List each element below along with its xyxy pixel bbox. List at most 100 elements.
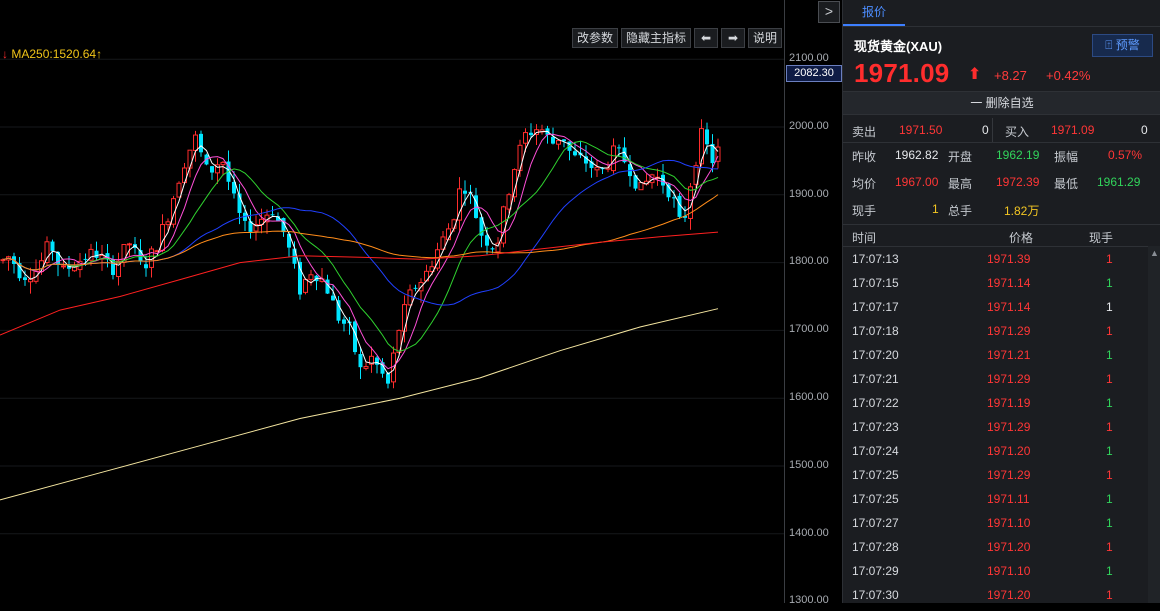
high-value: 1972.39 [996, 175, 1040, 189]
candle-down [413, 287, 418, 289]
candle-down [386, 373, 390, 384]
tick-time: 17:07:18 [852, 324, 899, 338]
candle-down [661, 174, 665, 186]
tick-volume: 1 [1106, 348, 1113, 362]
candle-up [127, 243, 132, 246]
alert-label: 预警 [1115, 38, 1140, 52]
candle-down [336, 300, 341, 321]
tick-time: 17:07:13 [852, 252, 899, 266]
panel-tabs: 报价 [843, 0, 1160, 27]
open-label: 开盘 [948, 150, 973, 164]
tick-price: 1971.10 [987, 516, 1031, 530]
candle-up [160, 224, 165, 252]
tick-volume: 1 [1106, 468, 1113, 482]
tick-price: 1971.29 [987, 468, 1031, 482]
current-volume-label: 现手 [852, 204, 877, 218]
candle-up [699, 128, 704, 165]
tick-row: 17:07:13 1971.39 1 [843, 251, 1147, 275]
buy-price: 1971.09 [1051, 123, 1095, 137]
candle-down [50, 241, 55, 252]
tick-volume: 1 [1106, 540, 1113, 554]
candle-down [94, 250, 99, 258]
candle-up [517, 144, 523, 172]
candle-up [303, 278, 308, 293]
alert-icon: ⍐ [1105, 38, 1113, 52]
tick-time: 17:07:17 [852, 300, 899, 314]
help-button[interactable]: 说明 [747, 28, 782, 48]
tick-volume: 1 [1106, 276, 1113, 290]
buy-volume: 0 [1141, 123, 1148, 137]
price-change-percent: +0.42% [1046, 68, 1091, 83]
stats-row-2: 均价 1967.00 最高 1972.39 最低 1961.29 [843, 170, 1160, 194]
scroll-up-icon[interactable]: ▲ [1150, 248, 1159, 258]
avg-price-value: 1967.00 [895, 175, 939, 189]
candle-down [144, 264, 148, 269]
tick-time: 17:07:29 [852, 564, 899, 578]
candle-up [193, 134, 198, 151]
candle-up [407, 289, 413, 306]
tick-volume: 1 [1106, 252, 1113, 266]
prev-close-label: 昨收 [852, 150, 877, 164]
legend-up-arrow: ↑ [96, 47, 103, 61]
amplitude-value: 0.57% [1108, 148, 1143, 162]
tick-time: 17:07:21 [852, 372, 899, 386]
tick-row: 17:07:15 1971.14 1 [843, 275, 1147, 299]
hide-main-indicator-button[interactable]: 隐藏主指标 [620, 28, 691, 48]
price-axis-label: 1300.00 [789, 594, 829, 606]
low-value: 1961.29 [1097, 175, 1141, 189]
tick-row: 17:07:21 1971.29 1 [843, 371, 1147, 395]
candle-up [187, 149, 193, 169]
tab-quote[interactable]: 报价 [843, 0, 905, 26]
avg-price-label: 均价 [852, 177, 877, 191]
price-up-arrow-icon: ⬆ [968, 66, 982, 83]
tick-price: 1971.29 [987, 420, 1031, 434]
bid-ask-divider [992, 118, 993, 142]
price-axis-label: 1500.00 [789, 459, 829, 471]
candle-up [594, 166, 600, 171]
ma5-line [2, 130, 719, 375]
sell-price: 1971.50 [899, 123, 943, 137]
amplitude-label: 振幅 [1054, 150, 1079, 164]
tick-time: 17:07:20 [852, 348, 899, 362]
tick-price: 1971.19 [987, 396, 1031, 410]
axis-current-price-label: 2082.30 [786, 65, 842, 82]
total-volume-value: 1.82万 [1004, 204, 1040, 218]
tick-time: 17:07:15 [852, 276, 899, 290]
tick-row: 17:07:25 1971.29 1 [843, 467, 1147, 491]
tick-row: 17:07:27 1971.10 1 [843, 515, 1147, 539]
tick-price: 1971.20 [987, 540, 1031, 554]
candle-up [512, 169, 517, 198]
candle-down [463, 190, 467, 194]
candle-up [308, 274, 314, 280]
prev-indicator-button[interactable]: ⬅ [693, 28, 718, 48]
tick-price: 1971.10 [987, 564, 1031, 578]
next-indicator-button[interactable]: ➡ [720, 28, 745, 48]
remove-watchlist-button[interactable]: 一 删除自选 [843, 91, 1160, 115]
price-axis-label: 1700.00 [789, 323, 829, 335]
edit-params-button[interactable]: 改参数 [571, 28, 618, 48]
kline-chart-area[interactable]: ↓ MA250:1520.64↑ 改参数 隐藏主指标 ⬅ ➡ 说明 > 2100… [0, 0, 843, 606]
price-axis[interactable]: 2100.00 2000.00 1900.00 1800.00 1700.00 1600.… [784, 0, 843, 606]
instrument-name: 现货黄金(XAU) [854, 39, 943, 54]
candle-down [551, 136, 555, 144]
quote-panel: 报价 现货黄金(XAU) ⍐ 预警 1971.09 ⬆ +8.27 +0.42%… [842, 0, 1160, 603]
tick-row: 17:07:23 1971.29 1 [843, 419, 1147, 443]
tick-price: 1971.29 [987, 324, 1031, 338]
stats-row-3: 现手 1 总手 1.82万 [843, 197, 1160, 221]
ticks-header-time: 时间 [852, 231, 877, 245]
ma10-line [2, 133, 719, 370]
candle-up [44, 241, 50, 264]
bid-ask-row: 卖出 1971.50 0 买入 1971.09 0 [843, 118, 1160, 142]
ticks-list[interactable]: 17:07:13 1971.39 1 17:07:15 1971.14 1 17:07:17… [843, 251, 1147, 611]
price-change: +8.27 [994, 68, 1027, 83]
tick-time: 17:07:23 [852, 420, 899, 434]
last-price: 1971.09 [854, 58, 950, 88]
candle-up [61, 265, 66, 268]
candle-down [210, 166, 214, 173]
candle-down [270, 214, 275, 216]
tick-price: 1971.29 [987, 372, 1031, 386]
tick-volume: 1 [1106, 444, 1113, 458]
ticks-scrollbar[interactable]: ▲ [1148, 246, 1160, 603]
kline-chart[interactable] [0, 0, 784, 603]
price-alert-button[interactable]: ⍐ 预警 [1092, 34, 1153, 57]
